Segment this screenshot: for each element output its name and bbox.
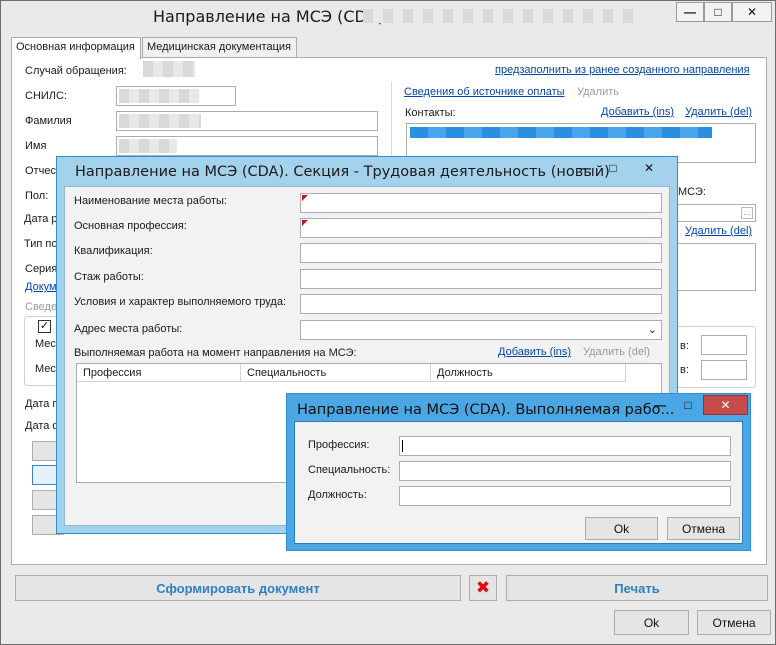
form-document-button[interactable]: Сформировать документ	[15, 575, 461, 601]
type-label: Тип по	[24, 238, 58, 250]
work-dialog: Направление на МСЭ (CDA). Выполняемая ра…	[286, 393, 751, 551]
work-delete-link: Удалить (del)	[583, 346, 651, 358]
v1-field[interactable]	[701, 335, 747, 355]
col-position[interactable]: Должность	[431, 364, 626, 382]
surname-label: Фамилия	[25, 115, 72, 127]
delete-x-icon[interactable]: ✖	[469, 575, 497, 601]
sex-label: Пол:	[25, 190, 49, 202]
minimize-icon[interactable]: —	[676, 2, 704, 22]
info-label: Сведе	[25, 301, 58, 313]
mse-label: МСЭ:	[678, 186, 706, 198]
group-checkbox[interactable]: ✓	[38, 320, 51, 333]
maximize-icon[interactable]: □	[704, 2, 732, 22]
section-dialog-title: Направление на МСЭ (CDA). Секция - Трудо…	[75, 164, 610, 180]
work-specialty-label: Специальность:	[308, 464, 391, 476]
work-position-field[interactable]	[399, 486, 731, 506]
print-button[interactable]: Печать	[506, 575, 768, 601]
redacted-title-text	[363, 9, 635, 23]
main-ok-button[interactable]: Ok	[614, 610, 689, 635]
document-link[interactable]: Докум	[25, 281, 57, 293]
name-field[interactable]	[116, 136, 378, 156]
v1-label: в:	[680, 340, 689, 352]
work-cancel-button[interactable]: Отмена	[667, 517, 740, 540]
work-dialog-body: Профессия: Специальность: Должность: Ok …	[294, 421, 743, 544]
date1-label: Дата п	[25, 398, 59, 410]
qualification-label: Квалификация:	[74, 245, 153, 257]
ellipsis-icon[interactable]: ...	[741, 207, 753, 219]
experience-field[interactable]	[300, 269, 662, 289]
profession-label: Основная профессия:	[74, 220, 187, 232]
text-cursor	[402, 440, 403, 452]
main-cancel-button[interactable]: Отмена	[697, 610, 771, 635]
mse-field[interactable]: ...	[672, 204, 756, 222]
workplace-label: Наименование места работы:	[74, 195, 227, 207]
profession-field[interactable]	[300, 218, 662, 238]
payment-source-link[interactable]: Сведения об источнике оплаты	[404, 86, 565, 98]
minimize-icon[interactable]: —	[571, 158, 599, 178]
mse-grid[interactable]	[672, 243, 756, 291]
contacts-delete-link[interactable]: Удалить (del)	[685, 106, 752, 118]
contacts-label: Контакты:	[405, 107, 456, 119]
main-titlebar: Направление на МСЭ (CDA) - — □ ✕	[1, 1, 775, 31]
delete-x-glyph: ✖	[475, 578, 491, 597]
close-icon[interactable]: ✕	[629, 158, 669, 178]
main-window-title: Направление на МСЭ (CDA) -	[153, 7, 395, 26]
mse-delete-link[interactable]: Удалить (del)	[685, 225, 752, 237]
work-dialog-title: Направление на МСЭ (CDA). Выполняемая ра…	[297, 402, 675, 418]
prefill-link[interactable]: предзаполнить из ранее созданного направ…	[495, 64, 750, 76]
v2-label: в:	[680, 364, 689, 376]
qualification-field[interactable]	[300, 243, 662, 263]
close-icon[interactable]: ✕	[703, 395, 748, 415]
name-label: Имя	[25, 140, 47, 152]
workplace-field[interactable]	[300, 193, 662, 213]
surname-field[interactable]	[116, 111, 378, 131]
snils-field[interactable]	[116, 86, 236, 106]
maximize-icon[interactable]: □	[599, 158, 627, 178]
col-profession[interactable]: Профессия	[77, 364, 241, 382]
maximize-icon[interactable]: □	[674, 395, 702, 415]
contacts-selected-row[interactable]	[410, 127, 712, 138]
conditions-label: Условия и характер выполняемого труда:	[74, 296, 287, 308]
snils-label: СНИЛС:	[25, 90, 68, 102]
work-position-label: Должность:	[308, 489, 367, 501]
tab-main-info[interactable]: Основная информация	[11, 37, 141, 59]
address-label: Адрес места работы:	[74, 323, 183, 335]
work-label: Выполняемая работа на момент направления…	[74, 347, 357, 359]
conditions-field[interactable]	[300, 294, 662, 314]
tab-medical-docs[interactable]: Медицинская документация	[142, 37, 297, 58]
work-ok-button[interactable]: Ok	[585, 517, 658, 540]
work-specialty-field[interactable]	[399, 461, 731, 481]
col-specialty[interactable]: Специальность	[241, 364, 431, 382]
birth-label: Дата р	[24, 213, 58, 225]
minimize-icon[interactable]: —	[646, 395, 674, 415]
v2-field[interactable]	[701, 360, 747, 380]
close-icon[interactable]: ✕	[732, 2, 772, 22]
experience-label: Стаж работы:	[74, 271, 144, 283]
address-select[interactable]: ⌄	[300, 320, 662, 340]
series-label: Серия	[25, 263, 58, 275]
chevron-down-icon: ⌄	[647, 324, 657, 336]
work-add-link[interactable]: Добавить (ins)	[498, 346, 571, 358]
payment-delete-link: Удалить	[577, 86, 619, 98]
work-profession-field[interactable]	[399, 436, 731, 456]
case-value-redacted	[143, 61, 195, 77]
case-label: Случай обращения:	[25, 65, 127, 77]
contacts-add-link[interactable]: Добавить (ins)	[601, 106, 674, 118]
work-profession-label: Профессия:	[308, 439, 370, 451]
patronymic-label: Отчес	[25, 165, 56, 177]
